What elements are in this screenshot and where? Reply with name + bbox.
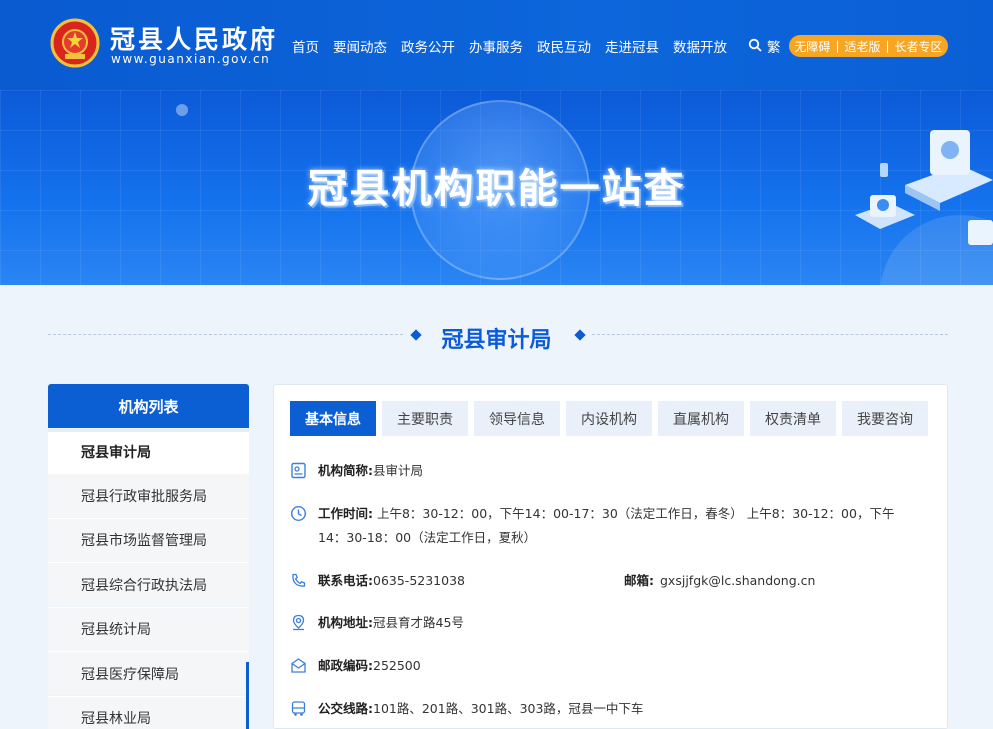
nav-about[interactable]: 走进冠县: [605, 36, 659, 56]
info-postcode: 邮政编码: 252500: [290, 654, 421, 678]
org-detail-panel: 基本信息 主要职责 领导信息 内设机构 直属机构 权责清单 我要咨询 机构简称:…: [273, 384, 948, 729]
bus-label: 公交线路:: [318, 701, 373, 716]
org-list-sidebar: 机构列表 冠县审计局 冠县行政审批服务局 冠县市场监督管理局 冠县综合行政执法局…: [48, 384, 249, 729]
traditional-chinese-toggle[interactable]: 繁: [767, 36, 781, 56]
nav-interaction[interactable]: 政民互动: [537, 36, 591, 56]
location-icon: [292, 614, 305, 631]
tab-subordinate-units[interactable]: 直属机构: [658, 401, 744, 436]
nav-services[interactable]: 办事服务: [469, 36, 523, 56]
tab-internal-units[interactable]: 内设机构: [566, 401, 652, 436]
banner-title: 冠县机构职能一站查: [307, 166, 686, 212]
email-value: gxsjjfgk@lc.shandong.cn: [660, 573, 816, 588]
phone-label: 联系电话:: [318, 573, 373, 588]
phone-icon: [292, 573, 306, 587]
nav-open-data[interactable]: 数据开放: [673, 36, 727, 56]
tab-leadership[interactable]: 领导信息: [474, 401, 560, 436]
sidebar-item-audit-bureau[interactable]: 冠县审计局: [48, 428, 249, 473]
postcode-label: 邮政编码:: [318, 658, 373, 673]
info-address: 机构地址: 冠县育才路45号: [290, 611, 464, 635]
sidebar-item-law-enforcement[interactable]: 冠县综合行政执法局: [48, 562, 249, 606]
section-title: 冠县审计局: [441, 328, 552, 353]
mail-icon: [291, 658, 306, 673]
senior-zone-link[interactable]: 长者专区: [895, 38, 943, 55]
detail-tabs: 基本信息 主要职责 领导信息 内设机构 直属机构 权责清单 我要咨询: [290, 401, 934, 436]
tab-consult[interactable]: 我要咨询: [842, 401, 928, 436]
site-header: 冠县人民政府 www.guanxian.gov.cn 首页 要闻动态 政务公开 …: [0, 0, 993, 90]
work-hours-value: 上午8：30-12：00，下午14：00-17：30（法定工作日，春冬） 上午8…: [318, 506, 895, 545]
tab-main-duties[interactable]: 主要职责: [382, 401, 468, 436]
info-phone: 联系电话: 0635-5231038: [290, 569, 465, 593]
info-short-name: 机构简称: 县审计局: [290, 459, 423, 483]
address-value: 冠县育才路45号: [373, 615, 464, 630]
email-label: 邮箱:: [624, 573, 654, 588]
elderly-version-link[interactable]: 适老版: [844, 38, 880, 55]
info-work-hours: 工作时间: 上午8：30-12：00，下午14：00-17：30（法定工作日，春…: [290, 502, 918, 550]
tab-power-list[interactable]: 权责清单: [750, 401, 836, 436]
accessibility-link[interactable]: 无障碍: [794, 38, 830, 55]
separator: |: [835, 39, 840, 53]
postcode-value: 252500: [373, 658, 421, 673]
sidebar-item-market-supervision[interactable]: 冠县市场监督管理局: [48, 517, 249, 562]
bus-value: 101路、201路、301路、303路，冠县一中下车: [373, 701, 644, 716]
data-illustration-icon: [855, 130, 993, 285]
bus-icon: [291, 701, 306, 716]
site-title[interactable]: 冠县人民政府: [110, 20, 278, 56]
national-emblem-icon[interactable]: [50, 18, 100, 68]
sidebar-title: 机构列表: [48, 384, 249, 428]
section-divider-right: [592, 334, 948, 335]
main-nav: 首页 要闻动态 政务公开 办事服务 政民互动 走进冠县 数据开放: [292, 36, 741, 56]
sidebar-item-admin-approval[interactable]: 冠县行政审批服务局: [48, 473, 249, 517]
short-name-value: 县审计局: [373, 463, 424, 478]
separator: |: [885, 39, 890, 53]
sidebar-item-statistics[interactable]: 冠县统计局: [48, 606, 249, 651]
short-name-label: 机构简称:: [318, 463, 373, 478]
nav-gov-affairs[interactable]: 政务公开: [401, 36, 455, 56]
search-icon[interactable]: [748, 38, 762, 52]
sidebar-scrollbar[interactable]: [246, 662, 249, 729]
tab-basic-info[interactable]: 基本信息: [290, 401, 376, 436]
info-email: 邮箱: gxsjjfgk@lc.shandong.cn: [624, 569, 815, 593]
sidebar-item-medical-insurance[interactable]: 冠县医疗保障局: [48, 651, 249, 695]
site-url: www.guanxian.gov.cn: [111, 52, 271, 66]
address-label: 机构地址:: [318, 615, 373, 630]
banner-dot: [176, 104, 188, 116]
sidebar-item-forestry[interactable]: 冠县林业局: [48, 695, 249, 729]
id-card-icon: [291, 462, 306, 479]
nav-news[interactable]: 要闻动态: [333, 36, 387, 56]
clock-icon: [290, 505, 307, 522]
work-hours-label: 工作时间:: [318, 506, 373, 521]
phone-value: 0635-5231038: [373, 573, 465, 588]
banner: 冠县机构职能一站查: [0, 90, 993, 285]
nav-home[interactable]: 首页: [292, 36, 319, 56]
info-bus-routes: 公交线路: 101路、201路、301路、303路，冠县一中下车: [290, 697, 643, 721]
accessibility-pill: 无障碍 | 适老版 | 长者专区: [789, 35, 948, 57]
